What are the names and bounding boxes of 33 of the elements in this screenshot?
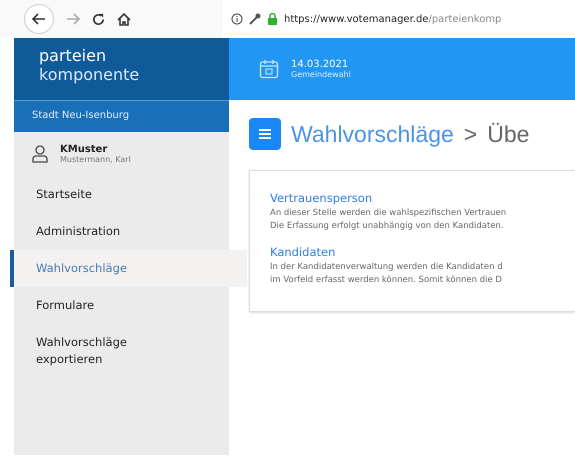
address-bar[interactable]: https://www.votemanager.de/parteienkomp (223, 0, 575, 38)
url-text: https://www.votemanager.de/parteienkomp (284, 14, 502, 24)
section-link[interactable]: Vertrauensperson (270, 191, 575, 205)
page-title: Übe (487, 120, 530, 148)
user-name: Mustermann, Karl (60, 155, 131, 164)
back-button[interactable] (24, 4, 54, 34)
key-icon (249, 13, 261, 25)
user-login: KMuster (60, 144, 108, 155)
sidebar-item[interactable]: Wahlvorschläge exportieren (10, 324, 214, 378)
brand-text: komponente (39, 65, 140, 84)
calendar-icon (259, 59, 279, 79)
sidebar-item[interactable]: Administration (10, 213, 214, 250)
sidebar-item[interactable]: Startseite (10, 176, 214, 213)
breadcrumb-separator: > (464, 120, 478, 148)
section-description: In der Kandidatenverwaltung werden die Kandidaten d (270, 261, 504, 274)
lock-icon (267, 13, 278, 25)
section-description: Die Erfassung erfolgt unabhängig von den Kandidaten. (270, 220, 505, 233)
sidebar-item[interactable]: Formulare (10, 287, 214, 324)
menu-icon (259, 129, 271, 139)
brand-text: parteien (39, 46, 108, 65)
section-description: An dieser Stelle werden die wahlspezifischen Vertrauen (270, 207, 508, 220)
organisation-bar: Stadt Neu-Isenburg (14, 100, 229, 132)
home-icon[interactable] (117, 12, 131, 26)
back-arrow-icon (32, 13, 46, 25)
menu-button[interactable] (249, 118, 281, 150)
section-link[interactable]: Kandidaten (270, 245, 575, 259)
election-name: Gemeindewahl (291, 70, 351, 79)
info-icon (231, 13, 243, 25)
sidebar-item[interactable]: Wahlvorschläge (10, 250, 247, 287)
section-description: im Vorfeld erfasst werden können. Somit können die D (270, 274, 503, 287)
reload-icon[interactable] (92, 12, 105, 26)
election-date: 14.03.2021 (291, 59, 350, 70)
user-icon (32, 145, 48, 163)
